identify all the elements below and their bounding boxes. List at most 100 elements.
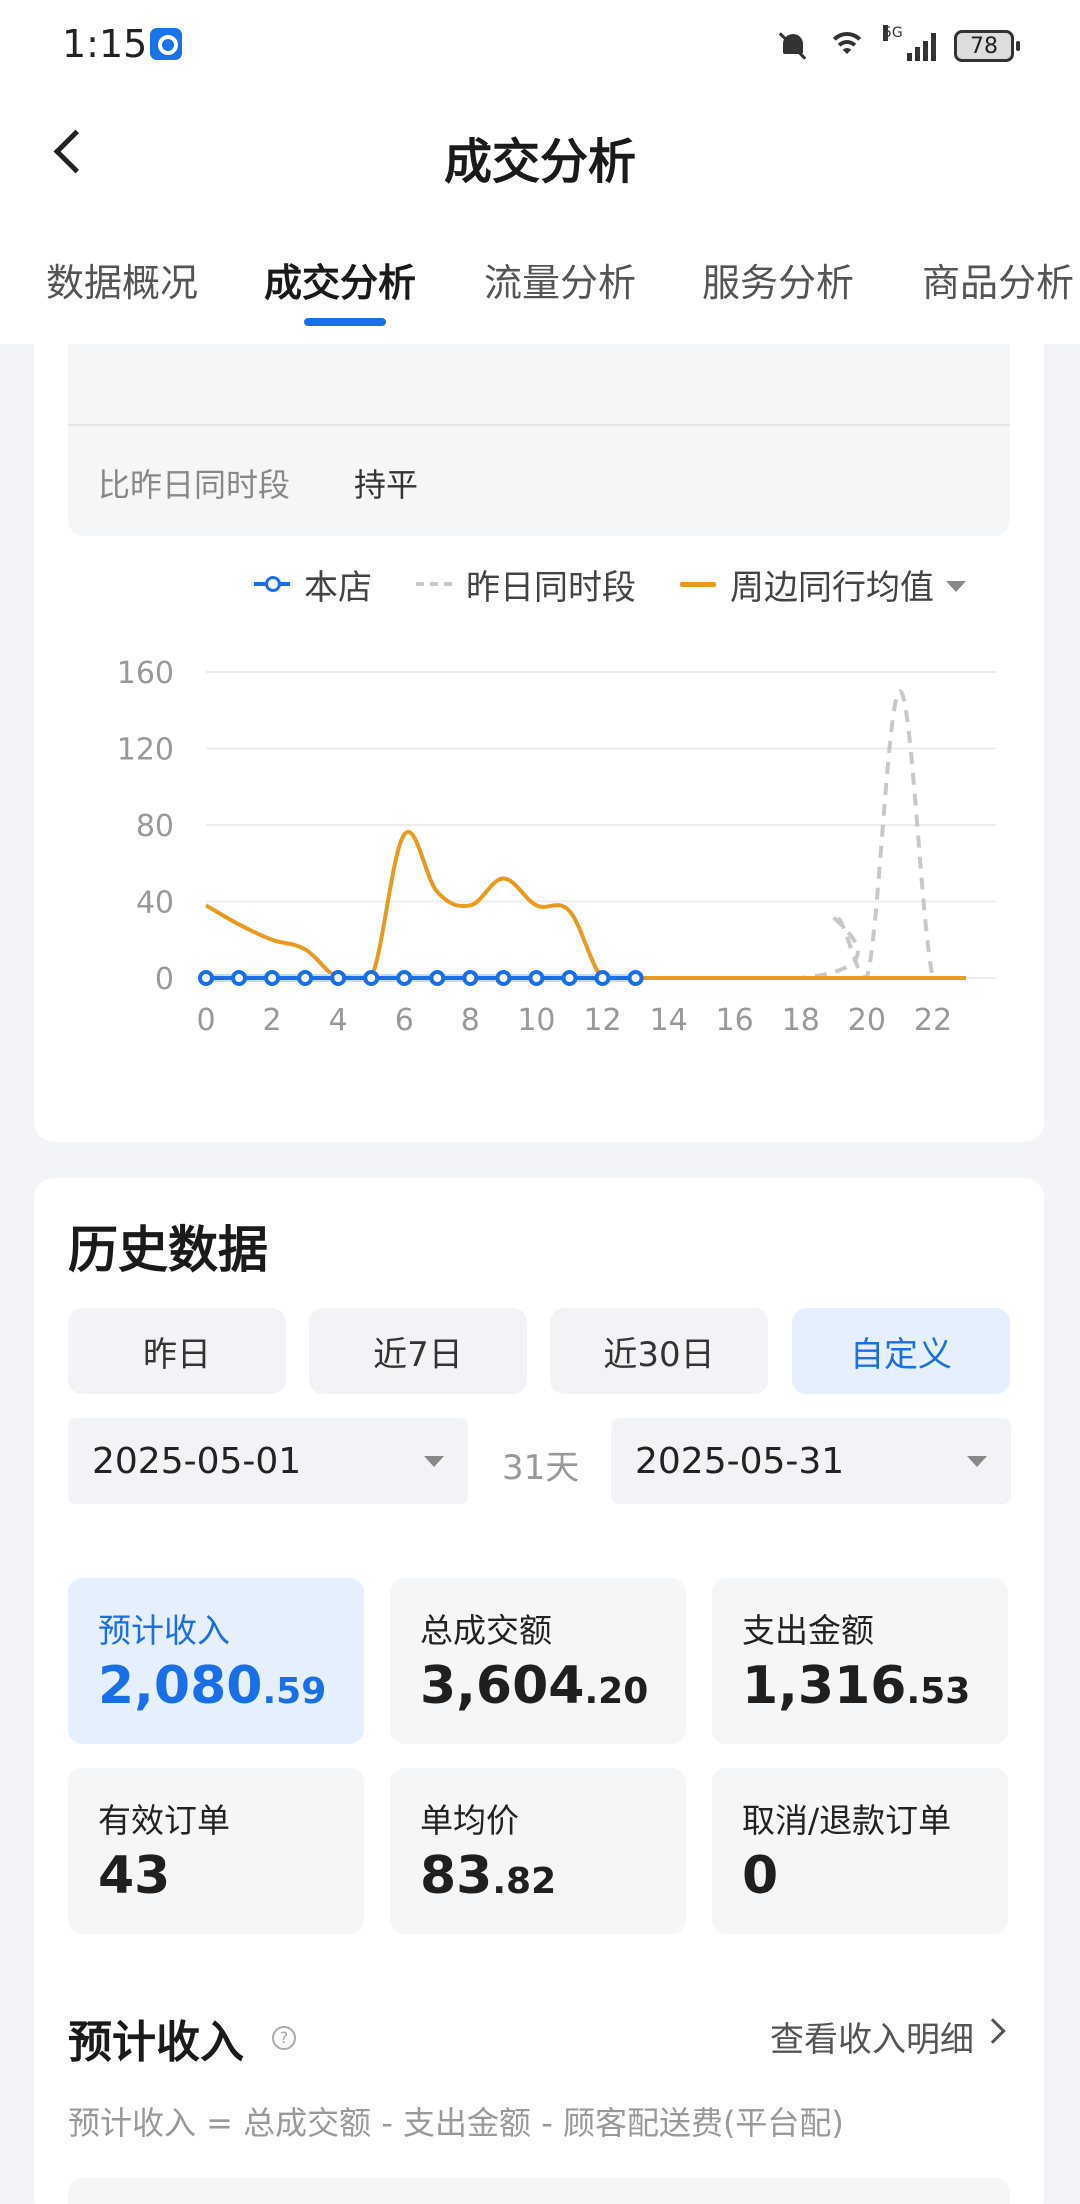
stat-value: 83.82 — [420, 1846, 557, 1906]
x-tick-label: 18 — [782, 1003, 820, 1038]
stat-value: 3,604.20 — [420, 1656, 649, 1716]
comparison-box: 比昨日同时段 持平 — [68, 344, 1010, 536]
stat-value: 2,080.59 — [98, 1656, 327, 1716]
x-tick-label: 20 — [848, 1003, 886, 1038]
range-custom-button[interactable]: 自定义 — [792, 1308, 1010, 1394]
x-tick-label: 0 — [196, 1003, 215, 1038]
range-7days-button[interactable]: 近7日 — [309, 1308, 527, 1394]
store-data-point — [528, 970, 545, 986]
store-data-point — [627, 970, 644, 986]
tab-traffic-analysis[interactable]: 流量分析 — [484, 252, 636, 307]
stat-total-deal[interactable]: 总成交额 3,604.20 — [390, 1578, 686, 1744]
start-date-value: 2025-05-01 — [92, 1440, 302, 1482]
end-date-select[interactable]: 2025-05-31 — [611, 1418, 1011, 1504]
stat-expected-income[interactable]: 预计收入 2,080.59 — [68, 1578, 364, 1744]
stat-value: 1,316.53 — [742, 1656, 971, 1716]
legend-peers-swatch — [680, 581, 716, 587]
start-date-select[interactable]: 2025-05-01 — [68, 1418, 468, 1504]
store-data-point — [462, 970, 479, 986]
tab-deal-analysis[interactable]: 成交分析 — [264, 252, 416, 307]
legend-yesterday-label: 昨日同时段 — [466, 567, 636, 608]
help-icon[interactable]: ? — [272, 2026, 296, 2050]
stat-value: 43 — [98, 1846, 171, 1906]
chevron-right-icon[interactable] — [980, 2018, 1006, 2044]
x-tick-label: 2 — [263, 1003, 282, 1038]
cellular-signal-icon: 5G — [883, 25, 936, 61]
x-tick-label: 6 — [395, 1003, 414, 1038]
stat-label: 支出金额 — [742, 1611, 874, 1650]
store-data-point — [264, 970, 281, 986]
y-tick-label: 40 — [136, 886, 174, 921]
chevron-down-icon[interactable] — [946, 580, 966, 592]
x-tick-label: 12 — [583, 1003, 621, 1038]
x-tick-label: 10 — [517, 1003, 555, 1038]
x-tick-label: 14 — [650, 1003, 688, 1038]
history-card: 历史数据 昨日 近7日 近30日 自定义 2025-05-01 31天 2025… — [34, 1178, 1044, 2204]
x-tick-label: 4 — [329, 1003, 348, 1038]
line-chart: 0 40 80 120 160 0 2 4 6 8 10 12 14 16 18 20 22 — [117, 656, 996, 1038]
end-date-value: 2025-05-31 — [635, 1440, 845, 1482]
store-data-point — [429, 970, 446, 986]
x-tick-label: 22 — [914, 1003, 952, 1038]
legend-item-peers[interactable]: 周边同行均值 — [680, 560, 966, 609]
legend-peers-label: 周边同行均值 — [730, 567, 934, 608]
y-tick-label: 0 — [155, 962, 174, 997]
app-notification-icon — [150, 28, 182, 60]
store-data-point — [396, 970, 413, 986]
y-tick-label: 80 — [136, 809, 174, 844]
store-data-point — [594, 970, 611, 986]
stat-cancel-refund-orders[interactable]: 取消/退款订单 0 — [712, 1768, 1008, 1934]
series-peers-line — [204, 830, 966, 980]
x-tick-label: 8 — [461, 1003, 480, 1038]
range-yesterday-button[interactable]: 昨日 — [68, 1308, 286, 1394]
legend-store-swatch — [254, 576, 290, 592]
divider — [68, 424, 1010, 426]
status-bar: 1:15 5G 78 — [0, 0, 1080, 92]
stat-label: 有效订单 — [98, 1801, 230, 1840]
income-detail-box — [68, 2178, 1010, 2204]
history-title: 历史数据 — [68, 1221, 268, 1279]
tab-bar: 数据概况 成交分析 流量分析 服务分析 商品分析 — [0, 216, 1080, 344]
tab-data-overview[interactable]: 数据概况 — [46, 252, 198, 307]
stat-label: 取消/退款订单 — [742, 1801, 952, 1840]
store-data-point — [363, 970, 380, 986]
wifi-icon — [827, 30, 867, 62]
legend-store-label: 本店 — [304, 567, 372, 608]
bell-muted-icon — [777, 30, 809, 62]
legend-item-yesterday[interactable]: 昨日同时段 — [416, 560, 636, 609]
store-data-point — [561, 970, 578, 986]
income-formula: 预计收入 = 总成交额 - 支出金额 - 顾客配送费(平台配) — [68, 2104, 844, 2142]
store-data-point — [495, 970, 512, 986]
y-tick-label: 120 — [117, 733, 174, 768]
stat-label: 预计收入 — [98, 1611, 230, 1650]
stat-valid-orders[interactable]: 有效订单 43 — [68, 1768, 364, 1934]
page-title: 成交分析 — [443, 134, 636, 190]
x-tick-label: 16 — [716, 1003, 754, 1038]
chevron-down-icon — [967, 1456, 987, 1467]
series-yesterday-line — [205, 689, 966, 981]
app-header: 成交分析 — [0, 92, 1080, 216]
tab-service-analysis[interactable]: 服务分析 — [702, 252, 854, 307]
income-title: 预计收入 — [68, 2017, 244, 2068]
stat-label: 总成交额 — [420, 1611, 552, 1650]
legend-yesterday-swatch — [416, 582, 452, 586]
tab-active-indicator — [304, 318, 386, 326]
tab-product-analysis[interactable]: 商品分析 — [922, 252, 1074, 307]
y-tick-label: 160 — [117, 656, 174, 691]
legend-item-store[interactable]: 本店 — [254, 560, 372, 609]
stat-average-price[interactable]: 单均价 83.82 — [390, 1768, 686, 1934]
store-data-point — [330, 970, 347, 986]
income-detail-link[interactable]: 查看收入明细 — [770, 2012, 974, 2061]
stat-expenses[interactable]: 支出金额 1,316.53 — [712, 1578, 1008, 1744]
store-data-point — [297, 970, 314, 986]
status-icons: 5G 78 — [777, 25, 1020, 66]
comparison-value: 持平 — [354, 466, 419, 504]
stat-value: 0 — [742, 1846, 779, 1906]
battery-icon: 78 — [954, 30, 1020, 62]
store-data-point — [198, 970, 214, 986]
chevron-down-icon — [424, 1456, 444, 1467]
range-30days-button[interactable]: 近30日 — [550, 1308, 768, 1394]
status-time: 1:15 — [62, 22, 148, 66]
stat-label: 单均价 — [420, 1801, 519, 1840]
comparison-label: 比昨日同时段 — [98, 466, 291, 504]
